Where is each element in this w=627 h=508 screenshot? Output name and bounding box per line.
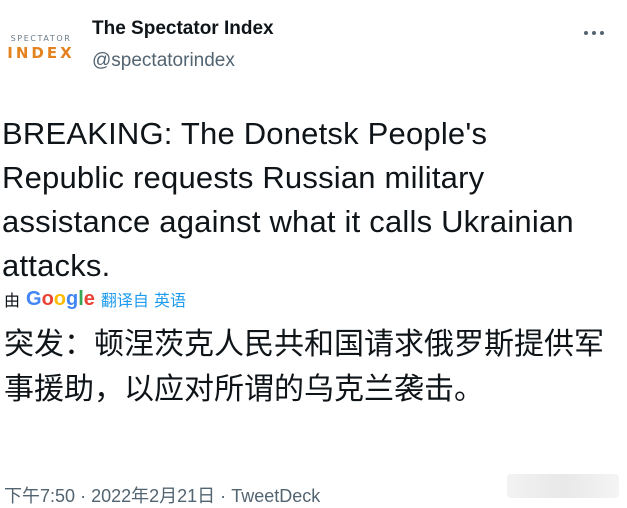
more-horizontal-icon[interactable] — [584, 31, 606, 37]
google-logo: Google — [26, 287, 95, 310]
meta-separator: · — [220, 486, 227, 506]
tweet-text: BREAKING: The Donetsk People's Republic … — [2, 116, 574, 283]
more-dot — [600, 31, 604, 35]
translated-from-link[interactable]: 翻译自 英语 — [101, 287, 186, 311]
account-handle[interactable]: @spectatorindex — [92, 50, 235, 72]
display-name[interactable]: The Spectator Index — [92, 18, 274, 40]
tweet-source[interactable]: TweetDeck — [231, 486, 320, 506]
more-dot — [584, 31, 588, 35]
translation-attribution: 由 Google 翻译自 英语 — [4, 287, 186, 311]
logo-bottom-text: INDEX — [7, 44, 75, 62]
avatar[interactable]: SPECTATOR INDEX — [4, 28, 78, 68]
meta-separator: · — [80, 486, 87, 506]
watermark-blur — [507, 474, 619, 498]
translated-by-label: 由 — [4, 291, 21, 310]
translated-text: 突发：顿涅茨克人民共和国请求俄罗斯提供军事援助，以应对所谓的乌克兰袭击。 — [4, 327, 604, 407]
tweet-date[interactable]: 2022年2月21日 — [91, 486, 215, 506]
tweet-metadata: 下午7:50 · 2022年2月21日 · TweetDeck — [4, 482, 320, 508]
more-dot — [592, 31, 596, 35]
tweet-time[interactable]: 下午7:50 — [4, 486, 75, 506]
logo-top-text: SPECTATOR — [10, 34, 72, 43]
